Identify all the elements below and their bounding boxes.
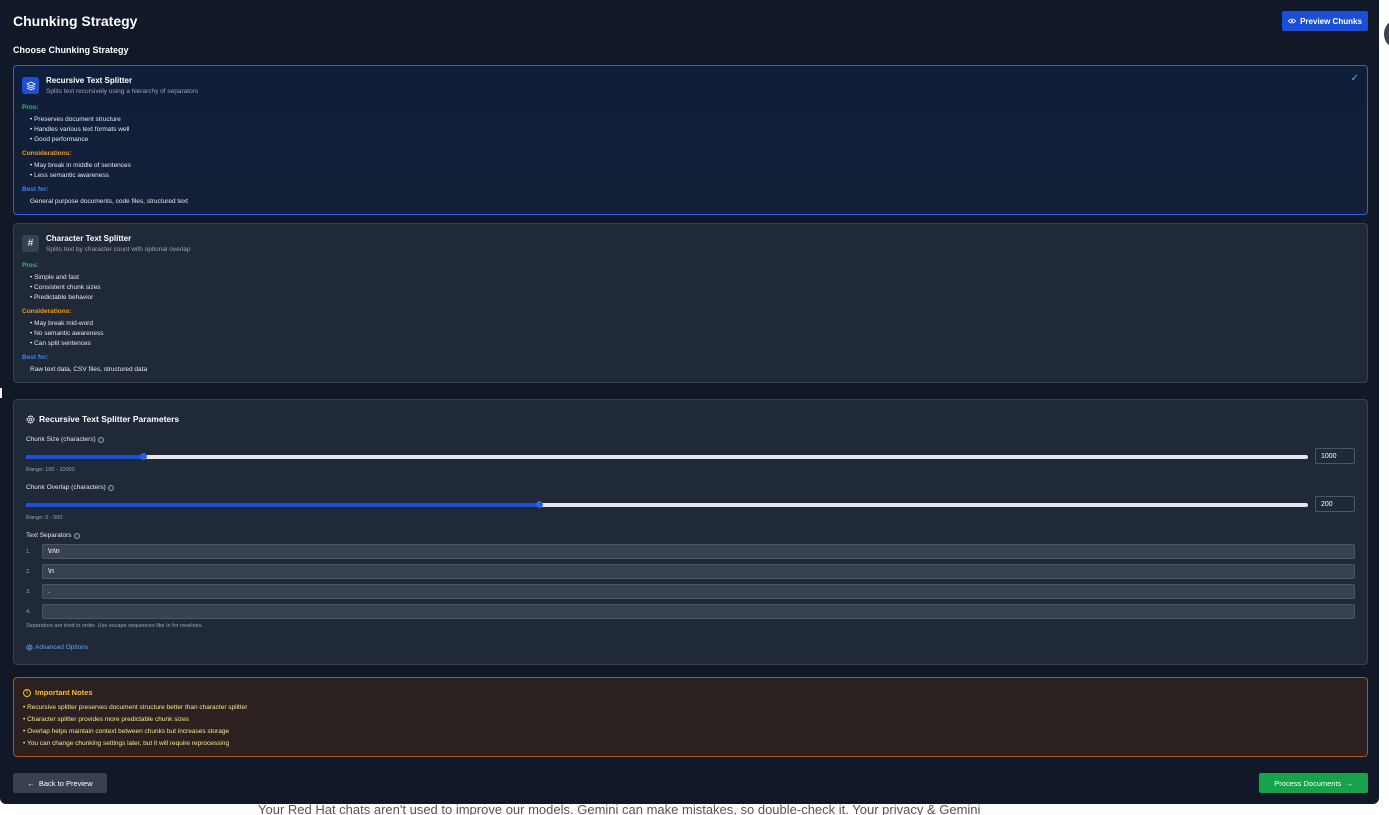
chunk-size-input[interactable] [1315, 448, 1355, 464]
considerations-item: • May break in middle of sentences [30, 162, 131, 169]
preview-chunks-label: Preview Chunks [1300, 16, 1362, 26]
chunk-size-slider-thumb[interactable] [139, 453, 147, 460]
important-notes-title-text: Important Notes [35, 688, 93, 697]
pros-item: • Predictable behavior [30, 294, 94, 301]
separator-input-1[interactable] [42, 544, 1355, 559]
best-for-label: Best for: [22, 354, 49, 361]
advanced-options-link[interactable]: Advanced Options [26, 644, 88, 651]
chunk-overlap-slider[interactable] [26, 501, 1308, 508]
pros-item: • Handles various text formats well [30, 126, 130, 133]
settings-icon [26, 414, 35, 424]
page-title: Chunking Strategy [13, 13, 138, 29]
note-item: • You can change chunking settings later… [23, 740, 230, 747]
arrow-left-icon: ← [27, 778, 35, 788]
pros-item: • Simple and fast [30, 274, 79, 281]
strategy-card-recursive[interactable]: Recursive Text Splitter Splits text recu… [13, 65, 1368, 215]
pros-item: • Good performance [30, 136, 89, 143]
back-to-preview-button[interactable]: ← Back to Preview [13, 773, 107, 793]
strategy-description: Splits text by character count with opti… [46, 246, 191, 253]
note-item: • Character splitter provides more predi… [23, 716, 189, 723]
alert-circle-icon: ! [23, 688, 31, 697]
separator-number: 2. [26, 569, 31, 575]
important-notes-box: ! Important Notes • Recursive splitter p… [13, 677, 1368, 757]
preview-chunks-button[interactable]: Preview Chunks [1282, 11, 1368, 31]
process-documents-button[interactable]: Process Documents → [1259, 773, 1368, 793]
pros-item: • Preserves document structure [30, 116, 121, 123]
separators-help-text: Separators are tried in order. Use escap… [26, 623, 204, 629]
strategy-name: Recursive Text Splitter [46, 76, 133, 85]
chunk-size-label-text: Chunk Size (characters) [26, 436, 96, 443]
advanced-options-label: Advanced Options [35, 644, 89, 651]
bottom-caption-text: Your Red Hat chats aren't used to improv… [258, 803, 849, 815]
chunk-overlap-range: Range: 0 - 500 [26, 515, 63, 521]
chunk-size-range: Range: 100 - 10000 [26, 467, 75, 473]
separator-input-4[interactable] [42, 604, 1355, 619]
pros-label: Pros: [22, 104, 39, 111]
chunk-size-slider[interactable] [26, 453, 1308, 460]
best-for-text: Raw text data, CSV files, structured dat… [30, 366, 148, 373]
separator-input-3[interactable] [42, 584, 1355, 599]
strategy-name: Character Text Splitter [46, 234, 132, 243]
bottom-caption: Your Red Hat chats aren't used to improv… [258, 803, 980, 815]
parameters-title: Recursive Text Splitter Parameters [26, 414, 179, 424]
chunk-size-label: Chunk Size (characters) i [26, 436, 104, 443]
strategy-card-character[interactable]: # Character Text Splitter Splits text by… [13, 223, 1368, 383]
chunk-overlap-label: Chunk Overlap (characters) i [26, 484, 114, 491]
layers-icon [22, 77, 39, 94]
window-edge-marker [0, 388, 2, 398]
check-icon: ✓ [1350, 73, 1359, 84]
note-item: • Recursive splitter preserves document … [23, 704, 248, 711]
important-notes-title: ! Important Notes [23, 688, 93, 697]
settings-icon [26, 644, 33, 651]
info-icon: i [73, 532, 80, 539]
considerations-item: • No semantic awareness [30, 330, 104, 337]
considerations-item: • May break mid-word [30, 320, 93, 327]
process-documents-label: Process Documents [1274, 778, 1342, 788]
avatar[interactable] [1384, 20, 1389, 48]
separator-number: 4. [26, 609, 31, 615]
strategy-description: Splits text recursively using a hierarch… [46, 88, 199, 95]
choose-strategy-title: Choose Chunking Strategy [13, 45, 129, 55]
parameters-title-text: Recursive Text Splitter Parameters [39, 414, 180, 424]
text-separators-label-text: Text Separators [26, 532, 72, 539]
text-separators-label: Text Separators i [26, 532, 80, 539]
considerations-item: • Can split sentences [30, 340, 91, 347]
pros-label: Pros: [22, 262, 39, 269]
chunk-size-slider-fill [26, 455, 143, 459]
app-window: Chunking Strategy Preview Chunks Choose … [0, 0, 1379, 804]
hash-icon: # [22, 235, 39, 252]
separator-input-2[interactable] [42, 564, 1355, 579]
separator-number: 1. [26, 549, 31, 555]
best-for-label: Best for: [22, 186, 49, 193]
best-for-text: General purpose documents, code files, s… [30, 198, 188, 205]
arrow-right-icon: → [1345, 778, 1353, 788]
separator-number: 3. [26, 589, 31, 595]
note-item: • Overlap helps maintain context between… [23, 728, 230, 735]
chunk-overlap-input[interactable] [1315, 496, 1355, 512]
privacy-link[interactable]: Your privacy & Gemini [852, 803, 980, 815]
chunk-overlap-slider-thumb[interactable] [535, 501, 543, 508]
considerations-item: • Less semantic awareness [30, 172, 109, 179]
considerations-label: Considerations: [22, 150, 72, 157]
eye-icon [1288, 18, 1297, 24]
considerations-label: Considerations: [22, 308, 72, 315]
info-icon: i [107, 484, 114, 491]
chunk-overlap-label-text: Chunk Overlap (characters) [26, 484, 106, 491]
chunk-overlap-slider-fill [26, 503, 539, 507]
back-to-preview-label: Back to Preview [38, 778, 93, 788]
parameters-panel: Recursive Text Splitter Parameters Chunk… [13, 399, 1368, 665]
pros-item: • Consistent chunk sizes [30, 284, 101, 291]
info-icon: i [97, 436, 104, 443]
